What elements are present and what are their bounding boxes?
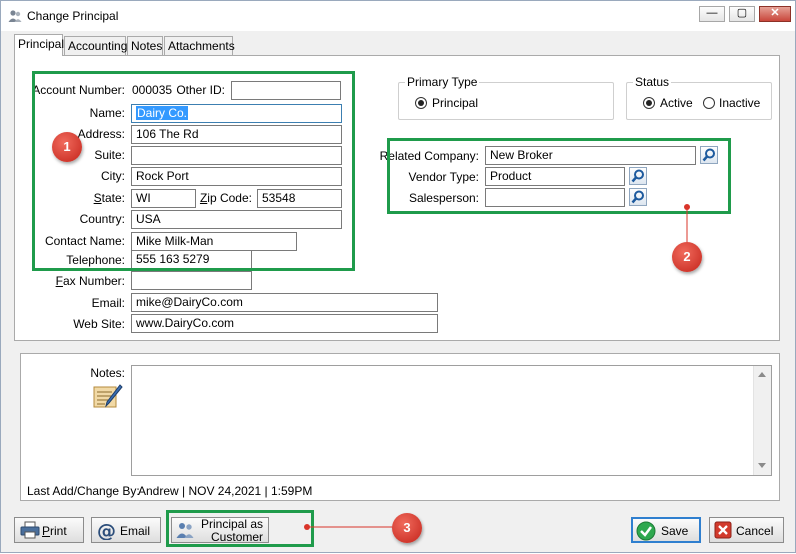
callout-connectors bbox=[304, 204, 690, 530]
tab-principal[interactable]: Principal bbox=[14, 34, 64, 56]
change-principal-window: Change Principal — ▢ ✕ Principal Account… bbox=[0, 0, 796, 553]
callout-badge-1: 1 bbox=[52, 132, 82, 162]
callout-badge-3: 3 bbox=[392, 513, 422, 543]
callout-badge-2: 2 bbox=[672, 242, 702, 272]
